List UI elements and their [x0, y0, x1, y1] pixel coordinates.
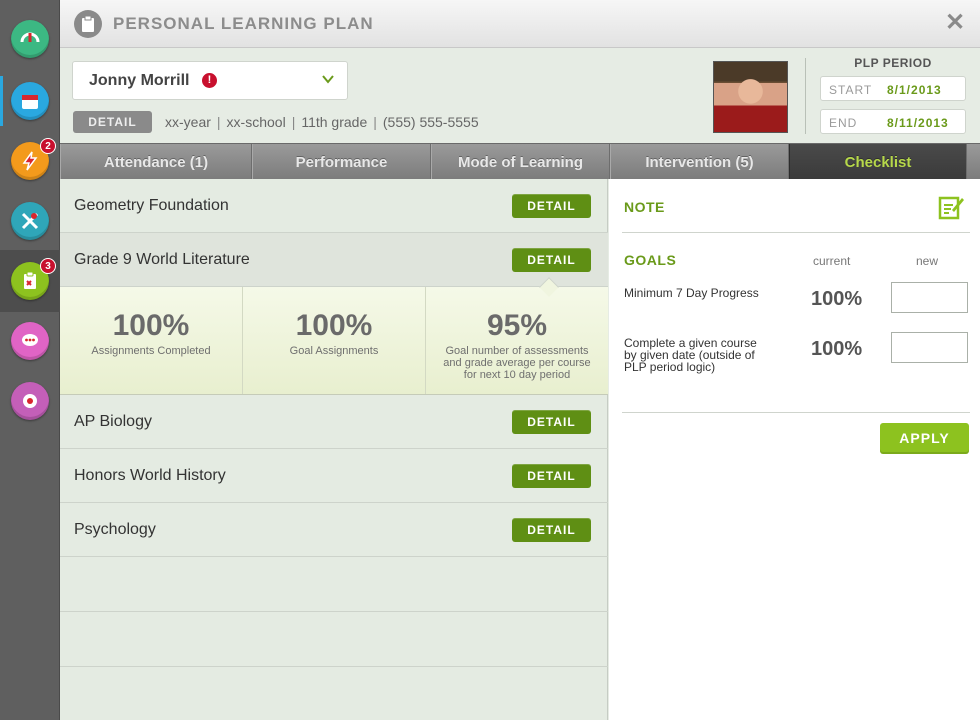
course-name: Geometry Foundation — [74, 197, 229, 214]
alerts-badge: 2 — [40, 138, 56, 154]
tools-icon — [11, 202, 49, 240]
list-item[interactable]: Honors World History DETAIL — [60, 449, 608, 503]
start-value: 8/1/2013 — [887, 83, 942, 97]
tab-performance[interactable]: Performance — [252, 144, 431, 180]
student-name: Jonny Morrill — [89, 72, 190, 89]
stat-goal-assessments: 95% Goal number of assessments and grade… — [426, 287, 608, 394]
student-school: xx-school — [226, 114, 286, 130]
settings-icon — [11, 382, 49, 420]
chat-icon — [11, 322, 49, 360]
tab-bar: Attendance (1) Performance Mode of Learn… — [60, 143, 980, 180]
empty-row — [60, 612, 608, 667]
empty-row — [60, 557, 608, 612]
sidebar-item-tools[interactable] — [0, 190, 60, 252]
divider — [622, 412, 970, 413]
course-name: Psychology — [74, 521, 156, 538]
list-item[interactable]: Grade 9 World Literature DETAIL — [60, 233, 608, 287]
student-info: xx-year | xx-school | 11th grade | (555) 555-5… — [165, 114, 479, 130]
end-value: 8/11/2013 — [887, 116, 949, 130]
plp-badge: 3 — [40, 258, 56, 274]
tab-mode-of-learning[interactable]: Mode of Learning — [431, 144, 610, 180]
sidebar-item-dashboard[interactable] — [0, 8, 60, 70]
course-stats: 100% Assignments Completed 100% Goal Ass… — [60, 287, 608, 395]
course-detail-button[interactable]: DETAIL — [512, 194, 591, 218]
course-list: Geometry Foundation DETAIL Grade 9 World… — [60, 179, 608, 720]
student-detail-button[interactable]: DETAIL — [73, 111, 152, 133]
course-name: Grade 9 World Literature — [74, 251, 250, 268]
divider — [805, 58, 806, 134]
gauge-icon — [11, 20, 49, 58]
apply-button[interactable]: APPLY — [880, 423, 969, 454]
stat-assignments-completed: 100% Assignments Completed — [60, 287, 243, 394]
goals-title: GOALS — [624, 252, 677, 268]
sidebar-item-calendar[interactable] — [0, 70, 60, 132]
goal-label: Minimum 7 Day Progress — [624, 286, 759, 300]
list-item[interactable]: Geometry Foundation DETAIL — [60, 179, 608, 233]
course-detail-button[interactable]: DETAIL — [512, 518, 591, 542]
note-title: NOTE — [624, 199, 665, 215]
student-select[interactable]: Jonny Morrill ! — [72, 61, 348, 100]
list-item[interactable]: AP Biology DETAIL — [60, 395, 608, 449]
goal-new-input[interactable] — [891, 282, 968, 313]
plp-period-title: PLP PERIOD — [854, 56, 932, 70]
list-item[interactable]: Psychology DETAIL — [60, 503, 608, 557]
student-year: xx-year — [165, 114, 211, 130]
chevron-down-icon — [322, 75, 334, 84]
calendar-icon — [11, 82, 49, 120]
checklist-panel: NOTE GOALS current new Minimum 7 Day Pro… — [609, 179, 980, 720]
stat-label: Goal number of assessments and grade ave… — [443, 345, 591, 381]
student-grade: 11th grade — [301, 114, 368, 130]
stat-value: 95% — [486, 309, 548, 342]
sidebar-item-plp[interactable]: 3 — [0, 250, 60, 312]
page-title: PERSONAL LEARNING PLAN — [113, 14, 374, 33]
start-label: START — [829, 83, 873, 97]
student-photo — [713, 61, 788, 133]
column-new: new — [916, 254, 939, 268]
edit-note-icon[interactable] — [938, 194, 964, 220]
start-date-field[interactable]: START 8/1/2013 — [820, 76, 966, 101]
course-detail-button[interactable]: DETAIL — [512, 248, 591, 272]
course-name: AP Biology — [74, 413, 152, 430]
stat-value: 100% — [112, 309, 190, 342]
header-bar: PERSONAL LEARNING PLAN ✕ — [60, 0, 980, 48]
end-label: END — [829, 116, 858, 130]
goal-new-input[interactable] — [891, 332, 968, 363]
column-current: current — [813, 254, 851, 268]
tab-intervention[interactable]: Intervention (5) — [610, 144, 789, 180]
goal-current: 100% — [811, 338, 863, 360]
goal-label: Complete a given course by given date (o… — [624, 336, 757, 374]
goal-current: 100% — [811, 288, 863, 310]
alert-icon: ! — [202, 73, 217, 88]
stat-label: Assignments Completed — [91, 345, 211, 357]
sidebar-item-alerts[interactable]: 2 — [0, 130, 60, 192]
sidebar-item-settings[interactable] — [0, 370, 60, 432]
student-phone: (555) 555-5555 — [382, 114, 479, 130]
tab-checklist[interactable]: Checklist — [789, 144, 967, 180]
divider — [622, 232, 970, 233]
stat-goal-assignments: 100% Goal Assignments — [243, 287, 426, 394]
sidebar-item-messages[interactable] — [0, 310, 60, 372]
stat-value: 100% — [295, 309, 373, 342]
course-detail-button[interactable]: DETAIL — [512, 464, 591, 488]
stat-label: Goal Assignments — [289, 345, 379, 357]
close-button[interactable]: ✕ — [944, 9, 966, 36]
clipboard-icon — [74, 10, 102, 38]
course-name: Honors World History — [74, 467, 226, 484]
sidebar: 2 3 — [0, 0, 60, 720]
close-icon: ✕ — [944, 9, 966, 36]
end-date-field[interactable]: END 8/11/2013 — [820, 109, 966, 134]
course-detail-button[interactable]: DETAIL — [512, 410, 591, 434]
tab-attendance[interactable]: Attendance (1) — [60, 144, 252, 180]
